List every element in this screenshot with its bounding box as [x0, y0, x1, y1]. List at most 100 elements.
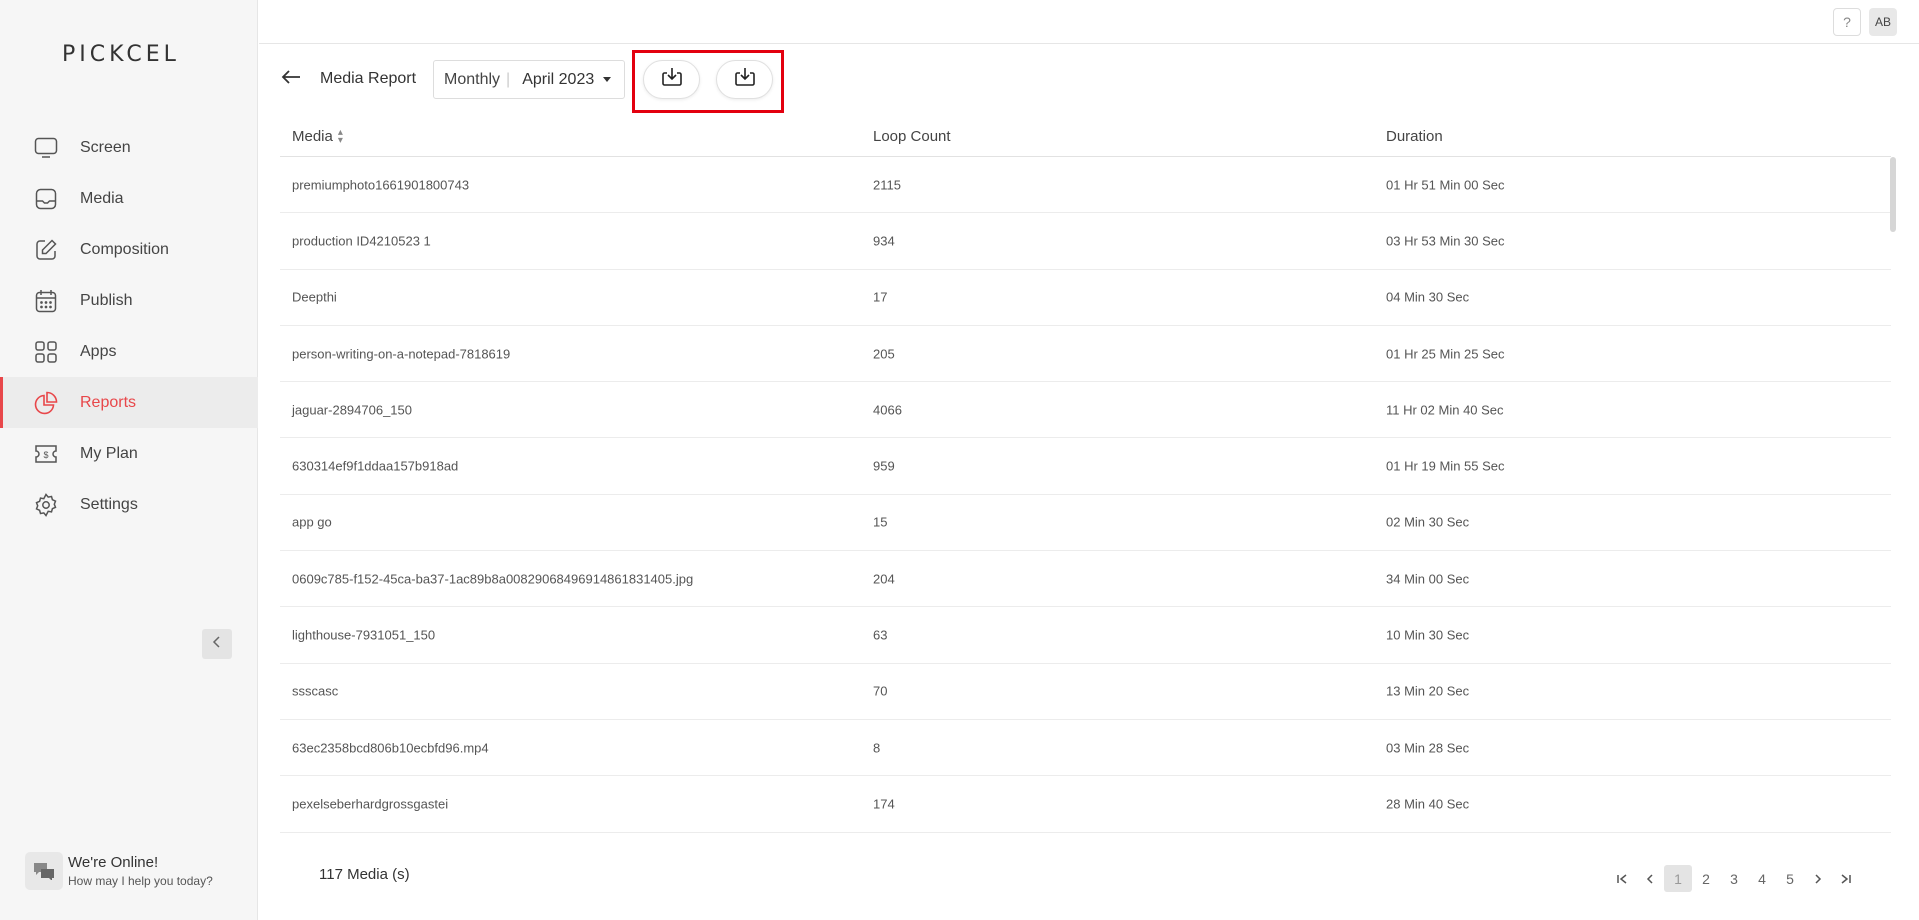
table-row[interactable]: pexelseberhardgrossgastei 174 28 Min 40 Se… — [280, 776, 1891, 833]
media-name-cell: 0609c785-f152-45ca-ba37-1ac89b8a00829068… — [292, 571, 694, 587]
sidebar-item-publish[interactable]: Publish — [0, 275, 258, 326]
sidebar-item-composition[interactable]: Composition — [0, 224, 258, 275]
table-row[interactable]: 63ec2358bcd806b10ecbfd96.mp4 8 03 Min 28 S… — [280, 720, 1891, 777]
duration-cell: 01 Hr 25 Min 25 Sec — [1386, 346, 1505, 362]
back-button[interactable] — [279, 67, 303, 91]
chevron-left-icon — [212, 635, 222, 653]
loop-count-cell: 70 — [873, 683, 888, 699]
page-button-1[interactable]: 1 — [1664, 865, 1692, 892]
table-header: Media ▴ ▾ Loop Count Duration — [280, 122, 1891, 157]
last-page-button[interactable] — [1832, 865, 1860, 892]
loop-count-cell: 63 — [873, 627, 888, 643]
next-page-button[interactable] — [1804, 865, 1832, 892]
page-button-2[interactable]: 2 — [1692, 865, 1720, 892]
gear-icon — [33, 492, 59, 518]
edit-icon — [33, 237, 59, 263]
column-header-label: Media — [292, 128, 333, 145]
table-row[interactable]: app go 15 02 Min 30 Sec — [280, 495, 1891, 552]
chat-widget[interactable]: We're Online! How may I help you today? — [25, 852, 213, 890]
duration-cell: 34 Min 00 Sec — [1386, 571, 1470, 587]
collapse-sidebar-button[interactable] — [202, 629, 232, 659]
sidebar-item-media[interactable]: Media — [0, 173, 258, 224]
sidebar-item-my-plan[interactable]: $ My Plan — [0, 428, 258, 479]
sidebar-item-apps[interactable]: Apps — [0, 326, 258, 377]
loop-count-cell: 959 — [873, 458, 895, 474]
media-name-cell: 630314ef9f1ddaa157b918ad — [292, 458, 459, 474]
last-page-icon — [1841, 873, 1851, 884]
page-button-5[interactable]: 5 — [1776, 865, 1804, 892]
help-button[interactable]: ? — [1833, 8, 1861, 36]
chat-title: We're Online! — [68, 854, 159, 871]
monitor-icon — [33, 135, 59, 161]
table-row[interactable]: 630314ef9f1ddaa157b918ad 959 01 Hr 19 Min … — [280, 438, 1891, 495]
media-name-cell: production ID4210523 1 — [292, 233, 431, 249]
column-header-loop-count: Loop Count — [873, 128, 951, 145]
brand-logo[interactable]: PICKCEL — [62, 42, 180, 67]
arrow-left-icon — [281, 69, 301, 90]
download-icon — [734, 67, 756, 92]
sidebar-item-label: My Plan — [80, 444, 138, 462]
duration-cell: 11 Hr 02 Min 40 Sec — [1386, 402, 1504, 418]
table-row[interactable]: jaguar-2894706_150 4066 11 Hr 02 Min 40 Se… — [280, 382, 1891, 439]
period-selector[interactable]: Monthly | April 2023 — [433, 60, 625, 99]
table-row[interactable]: lighthouse-7931051_150 63 10 Min 30 Sec — [280, 607, 1891, 664]
period-value: April 2023 — [522, 70, 595, 88]
scrollbar[interactable] — [1890, 157, 1896, 232]
loop-count-cell: 2115 — [873, 177, 901, 193]
table-row[interactable]: production ID4210523 1 934 03 Hr 53 Min 30… — [280, 213, 1891, 270]
first-page-icon — [1617, 873, 1627, 884]
download-button-1[interactable] — [643, 60, 700, 99]
sidebar-nav: Screen Media Composition Publish Apps Re… — [0, 122, 258, 530]
page-button-3[interactable]: 3 — [1720, 865, 1748, 892]
sidebar-item-settings[interactable]: Settings — [0, 479, 258, 530]
loop-count-cell: 204 — [873, 571, 895, 587]
sidebar: PICKCEL Screen Media Composition Publish — [0, 0, 258, 920]
first-page-button[interactable] — [1608, 865, 1636, 892]
period-mode: Monthly — [444, 70, 501, 88]
media-name-cell: person-writing-on-a-notepad-7818619 — [292, 346, 511, 362]
media-count: 117 Media (s) — [319, 866, 410, 883]
sidebar-item-label: Composition — [80, 240, 169, 258]
page-title: Media Report — [320, 70, 417, 87]
sidebar-item-reports[interactable]: Reports — [0, 377, 258, 428]
table-row[interactable]: premiumphoto1661901800743 2115 01 Hr 51 Mi… — [280, 157, 1891, 214]
media-name-cell: jaguar-2894706_150 — [292, 402, 412, 418]
sidebar-item-label: Apps — [80, 342, 117, 360]
media-name-cell: ssscasc — [292, 683, 339, 699]
avatar[interactable]: AB — [1869, 8, 1897, 36]
loop-count-cell: 205 — [873, 346, 895, 362]
table-row[interactable]: person-writing-on-a-notepad-7818619 205 01… — [280, 326, 1891, 383]
pie-chart-icon — [33, 390, 59, 416]
sidebar-item-label: Media — [80, 189, 124, 207]
sidebar-item-label: Screen — [80, 138, 131, 156]
calendar-icon — [33, 288, 59, 314]
sidebar-item-screen[interactable]: Screen — [0, 122, 258, 173]
duration-cell: 03 Min 28 Sec — [1386, 740, 1470, 756]
table-row[interactable] — [280, 833, 1891, 852]
table-row[interactable]: Deepthi 17 04 Min 30 Sec — [280, 270, 1891, 326]
loop-count-cell: 4066 — [873, 402, 902, 418]
ticket-icon: $ — [33, 441, 59, 467]
period-divider: | — [506, 70, 511, 88]
table-row[interactable]: 0609c785-f152-45ca-ba37-1ac89b8a00829068… — [280, 551, 1891, 608]
duration-cell: 03 Hr 53 Min 30 Sec — [1386, 233, 1505, 249]
download-button-2[interactable] — [716, 60, 773, 99]
media-name-cell: app go — [292, 514, 332, 530]
svg-text:$: $ — [43, 450, 48, 460]
column-header-duration: Duration — [1386, 128, 1443, 145]
page-button-4[interactable]: 4 — [1748, 865, 1776, 892]
chevron-right-icon — [1815, 873, 1822, 884]
duration-cell: 02 Min 30 Sec — [1386, 514, 1470, 530]
top-bar: ? AB — [259, 0, 1919, 44]
sort-icon[interactable]: ▴ ▾ — [338, 127, 343, 145]
loop-count-cell: 174 — [873, 796, 895, 812]
table-row[interactable]: ssscasc 70 13 Min 20 Sec — [280, 664, 1891, 720]
sidebar-item-label: Reports — [80, 393, 137, 411]
sidebar-item-label: Publish — [80, 291, 133, 309]
duration-cell: 01 Hr 19 Min 55 Sec — [1386, 458, 1505, 474]
media-name-cell: lighthouse-7931051_150 — [292, 627, 436, 643]
column-header-media[interactable]: Media ▴ ▾ — [292, 127, 343, 145]
media-name-cell: premiumphoto1661901800743 — [292, 177, 470, 193]
apps-grid-icon — [33, 339, 59, 365]
prev-page-button[interactable] — [1636, 865, 1664, 892]
